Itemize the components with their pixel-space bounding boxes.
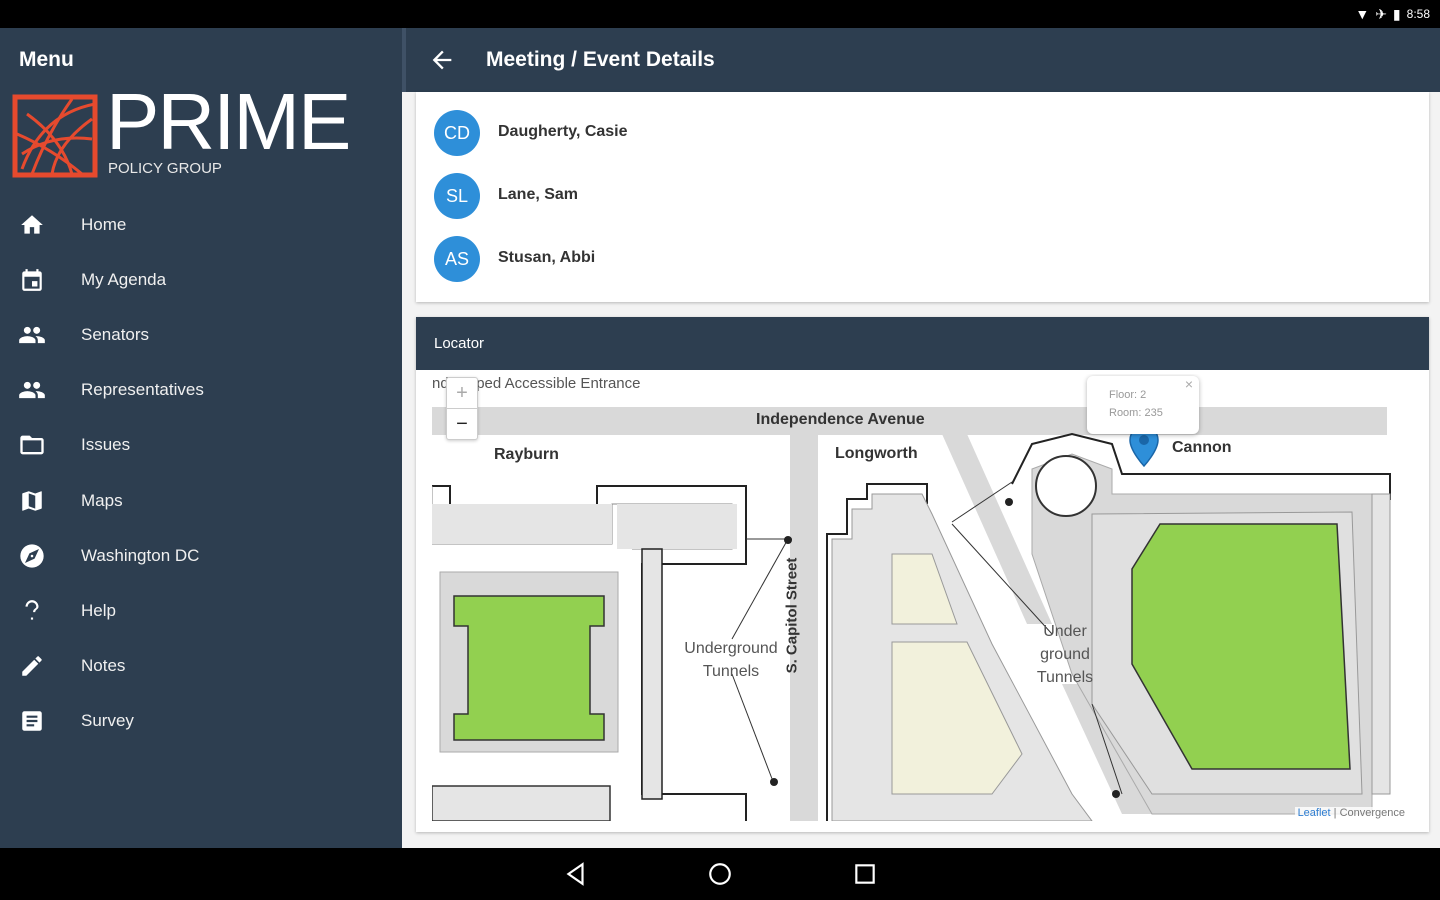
arrow-back-icon[interactable]	[428, 46, 456, 74]
document-icon	[17, 706, 47, 736]
building-map[interactable]: ndicapped Accessible Entrance Independen…	[432, 374, 1412, 821]
prime-globe-logo-icon	[12, 94, 98, 178]
nav-item-representatives[interactable]: Representatives	[0, 363, 402, 418]
nav-label: Washington DC	[81, 545, 200, 565]
map-label-street: Independence Avenue	[756, 411, 925, 428]
map-label-rayburn: Rayburn	[494, 446, 559, 463]
list-item-attendee[interactable]: SL Lane, Sam	[434, 173, 1034, 221]
nav-item-home[interactable]: Home	[0, 197, 402, 252]
map-label-tunnels-2: Under ground Tunnels	[1030, 620, 1100, 689]
airplane-icon: ✈	[1375, 6, 1387, 22]
page-title: Meeting / Event Details	[486, 48, 715, 71]
nav-item-washington-dc[interactable]: Washington DC	[0, 528, 402, 583]
list-item-attendee[interactable]: AS Stusan, Abbi	[434, 236, 1034, 284]
map-attribution: Leaflet | Convergence	[1294, 807, 1408, 819]
nav-label: Survey	[81, 711, 134, 731]
locator-header: Locator	[416, 317, 1429, 370]
tunnel-word: Underground	[684, 640, 778, 657]
main-content: CD Daugherty, Casie SL Lane, Sam AS Stus…	[402, 92, 1440, 848]
nav-label: Issues	[81, 435, 131, 455]
tunnel-word: Tunnels	[702, 663, 760, 680]
recents-square-icon[interactable]	[852, 861, 878, 887]
map-icon	[17, 486, 47, 516]
attendee-list: CD Daugherty, Casie SL Lane, Sam AS Stus…	[416, 92, 1429, 302]
zoom-in-button[interactable]: +	[447, 378, 477, 409]
nav-label: Representatives	[81, 380, 204, 400]
nav-item-maps[interactable]: Maps	[0, 473, 402, 528]
nav-item-survey[interactable]: Survey	[0, 694, 402, 749]
drawer-nav: Home My Agenda Senators Representatives …	[0, 197, 402, 749]
nav-label: Senators	[81, 324, 150, 344]
pencil-icon	[17, 651, 47, 681]
nav-item-notes[interactable]: Notes	[0, 639, 402, 694]
nav-item-my-agenda[interactable]: My Agenda	[0, 252, 402, 307]
home-icon	[17, 210, 47, 240]
nav-item-senators[interactable]: Senators	[0, 307, 402, 362]
map-label-cannon: Cannon	[1172, 439, 1232, 456]
attendee-name: Lane, Sam	[498, 186, 579, 203]
back-triangle-icon[interactable]	[563, 861, 589, 887]
drawer-title: Menu	[19, 48, 74, 71]
system-nav-bar	[0, 848, 1440, 900]
nav-label: Help	[81, 600, 116, 620]
attendee-name: Daugherty, Casie	[498, 123, 628, 140]
avatar: CD	[434, 110, 480, 156]
logo-word: PRIME	[106, 77, 351, 166]
nav-label: Home	[81, 214, 127, 234]
nav-item-issues[interactable]: Issues	[0, 418, 402, 473]
logo-subtitle: POLICY GROUP	[108, 160, 222, 177]
avatar: AS	[434, 236, 480, 282]
app-bar: Meeting / Event Details	[402, 28, 1440, 92]
compass-icon	[17, 541, 47, 571]
locator-card: Locator ndicapped Accessible Entrance In…	[416, 317, 1429, 832]
wifi-icon: ▼	[1355, 6, 1370, 22]
tunnel-word: Under	[1043, 623, 1087, 640]
nav-label: My Agenda	[81, 269, 167, 289]
status-bar: ▼ ✈ ▮ 8:58	[0, 0, 1440, 28]
map-label-longworth: Longworth	[835, 445, 918, 462]
popup-room: Room: 235	[1109, 407, 1163, 419]
close-icon[interactable]: ×	[1185, 376, 1193, 392]
locator-title: Locator	[434, 335, 485, 352]
people-icon	[17, 320, 47, 350]
prime-logo: PRIME POLICY GROUP	[12, 82, 351, 185]
zoom-control: + −	[446, 377, 478, 440]
nav-label: Notes	[81, 656, 126, 676]
home-circle-icon[interactable]	[707, 861, 733, 887]
avatar: SL	[434, 173, 480, 219]
map-drawing	[432, 407, 1391, 821]
navigation-drawer: Menu PRIME POLICY GROUP Home My Agenda S…	[0, 28, 402, 848]
tunnel-word: ground	[1040, 646, 1090, 663]
help-icon	[17, 596, 47, 626]
popup-floor: Floor: 2	[1109, 389, 1147, 401]
people-icon	[17, 375, 47, 405]
map-label-tunnels-1: Underground Tunnels	[676, 637, 786, 683]
tunnel-word: Tunnels	[1036, 669, 1094, 686]
nav-label: Maps	[81, 490, 123, 510]
zoom-out-button[interactable]: −	[447, 409, 477, 439]
nav-item-help[interactable]: Help	[0, 583, 402, 638]
battery-icon: ▮	[1392, 6, 1401, 22]
map-popup: × Floor: 2 Room: 235	[1087, 376, 1199, 434]
calendar-icon	[17, 265, 47, 295]
status-time: 8:58	[1406, 7, 1430, 21]
attendee-name: Stusan, Abbi	[498, 249, 596, 266]
attribution-text: | Convergence	[1330, 807, 1405, 819]
folder-icon	[17, 430, 47, 460]
leaflet-link[interactable]: Leaflet	[1298, 807, 1331, 819]
list-item-attendee[interactable]: CD Daugherty, Casie	[434, 110, 1034, 158]
